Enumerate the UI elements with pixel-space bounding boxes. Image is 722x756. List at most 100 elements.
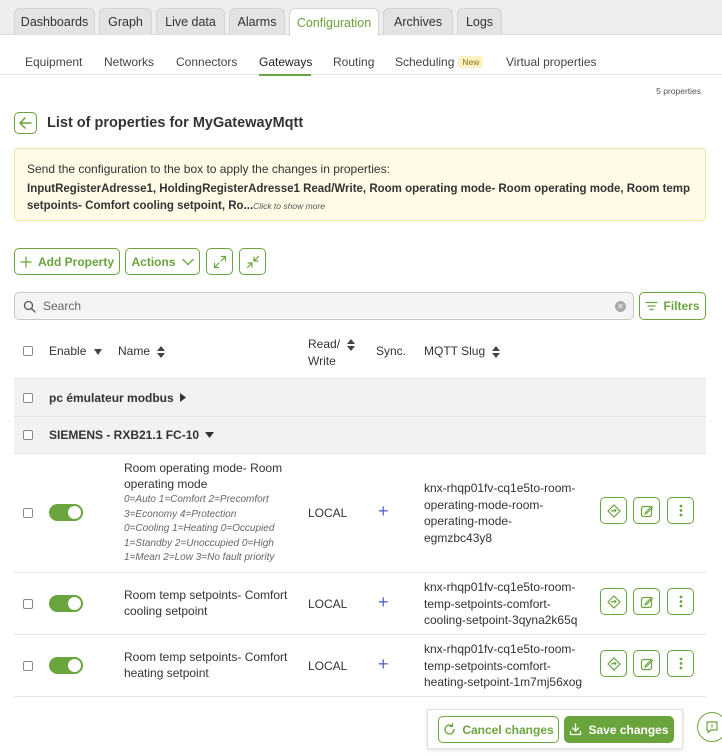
row-checkbox[interactable] [23,599,33,609]
mqtt-slug: knx-rhqp01fv-cq1e5to-room- temp-setpoint… [424,579,589,629]
collapse-icon [246,255,259,268]
divider [14,634,706,635]
subtab-connectors[interactable]: Connectors [176,55,237,69]
subtab-virtual-properties[interactable]: Virtual properties [506,55,597,69]
help-chat-button[interactable] [697,712,722,742]
filters-button[interactable]: Filters [639,292,706,320]
column-mqtt-slug-label: MQTT Slug [424,344,486,358]
route-button[interactable] [600,588,627,615]
save-changes-label: Save changes [588,722,669,737]
divider [14,453,706,454]
back-button[interactable] [14,112,37,134]
plus-icon [20,255,32,268]
page-title: List of properties for MyGatewayMqtt [47,115,304,131]
collapse-all-button[interactable] [239,248,266,275]
group-pc-emulateur-modbus[interactable]: pc émulateur modbus [49,391,187,405]
tab-logs[interactable]: Logs [457,8,502,35]
filters-label: Filters [663,299,700,313]
expand-all-button[interactable] [206,248,233,275]
subtab-scheduling-label: Scheduling [395,55,455,69]
expand-icon [213,255,226,268]
row-checkbox[interactable] [23,508,33,518]
edit-button[interactable] [633,650,660,677]
sub-tab-bar: Equipment Networks Connectors Gateways R… [0,35,722,76]
caret-right-icon [180,393,187,402]
edit-button[interactable] [633,588,660,615]
tab-archives[interactable]: Archives [383,8,453,35]
property-name-line: Room temp setpoints- Comfort [124,588,288,602]
filter-icon [645,301,659,311]
column-read-write[interactable]: Read/ Write [308,336,356,370]
tab-alarms[interactable]: Alarms [229,8,285,35]
slug-line: operating-mode-room- [424,497,544,512]
subtab-networks[interactable]: Networks [104,55,154,69]
sort-icon [347,338,356,351]
column-mqtt-slug[interactable]: MQTT Slug [424,344,501,358]
column-name[interactable]: Name [118,344,166,358]
mqtt-slug: knx-rhqp01fv-cq1e5to-room- operating-mod… [424,480,589,546]
route-icon [606,656,621,671]
route-button[interactable] [600,497,627,524]
tab-graph[interactable]: Graph [99,8,152,35]
sort-icon [157,345,166,358]
enable-toggle[interactable] [49,595,83,612]
description-line: 3=Economy 4=Protection [124,508,237,520]
tab-live-data[interactable]: Live data [156,8,225,35]
tab-dashboards[interactable]: Dashboards [14,8,95,35]
more-options-button[interactable] [667,588,694,615]
actions-label: Actions [131,254,176,269]
property-name-line: Room temp setpoints- Comfort [124,650,288,664]
subtab-equipment[interactable]: Equipment [25,55,82,69]
sync-plus-icon[interactable]: + [378,593,389,611]
description-line: 0=Cooling 1=Heating 0=Occupied [124,523,275,534]
arrow-left-icon [19,117,32,129]
kebab-menu-icon [679,657,682,670]
show-more-link[interactable]: Click to show more [253,201,325,211]
property-name: Room temp setpoints- Comfort heating set… [124,649,294,681]
cancel-changes-label: Cancel changes [462,722,554,737]
actions-dropdown[interactable]: Actions [125,248,200,275]
search-bar: ✕ [14,292,634,320]
slug-line: temp-setpoints-comfort- [424,658,551,673]
refresh-icon [444,723,455,735]
group-siemens-rxb21[interactable]: SIEMENS - RXB21.1 FC-10 [49,428,215,442]
subtab-scheduling[interactable]: Scheduling New [395,55,484,69]
notice-message: Send the configuration to the box to app… [27,162,390,176]
save-changes-button[interactable]: Save changes [564,716,674,743]
group-checkbox[interactable] [23,393,33,403]
sync-plus-icon[interactable]: + [378,502,389,520]
sort-icon [492,345,501,358]
add-property-button[interactable]: Add Property [14,248,120,275]
help-icon [706,721,718,734]
slug-line: knx-rhqp01fv-cq1e5to-room- [424,481,576,495]
tab-configuration[interactable]: Configuration [289,8,379,36]
select-all-checkbox[interactable] [23,346,33,356]
enable-toggle[interactable] [49,657,83,674]
sync-plus-icon[interactable]: + [378,655,389,673]
edit-button[interactable] [633,497,660,524]
cancel-changes-button[interactable]: Cancel changes [438,716,559,743]
access-mode: LOCAL [308,597,348,611]
slug-line: cooling-setpoint-3qyna2k65q [424,613,578,627]
subtab-gateways[interactable]: Gateways [259,55,312,69]
enable-toggle[interactable] [49,504,83,521]
slug-line: operating-mode- [424,514,513,528]
column-sync: Sync. [376,344,407,358]
kebab-menu-icon [679,595,682,608]
add-property-label: Add Property [37,254,114,269]
slug-line: knx-rhqp01fv-cq1e5to-room- [424,580,576,594]
clear-search-icon[interactable]: ✕ [615,301,626,312]
property-description: 0=Auto 1=Comfort 2=Precomfort 3=Economy … [124,493,299,566]
column-enable[interactable]: Enable [49,344,102,358]
pending-changes-notice: Send the configuration to the box to app… [14,148,706,221]
more-options-button[interactable] [667,650,694,677]
active-subtab-indicator [259,74,311,76]
route-button[interactable] [600,650,627,677]
subtab-routing[interactable]: Routing [333,55,374,69]
group-checkbox[interactable] [23,430,33,440]
row-checkbox[interactable] [23,661,33,671]
group-label: pc émulateur modbus [49,391,174,405]
search-input[interactable] [43,299,603,313]
more-options-button[interactable] [667,497,694,524]
column-read-write-label-2: Write [308,354,336,368]
